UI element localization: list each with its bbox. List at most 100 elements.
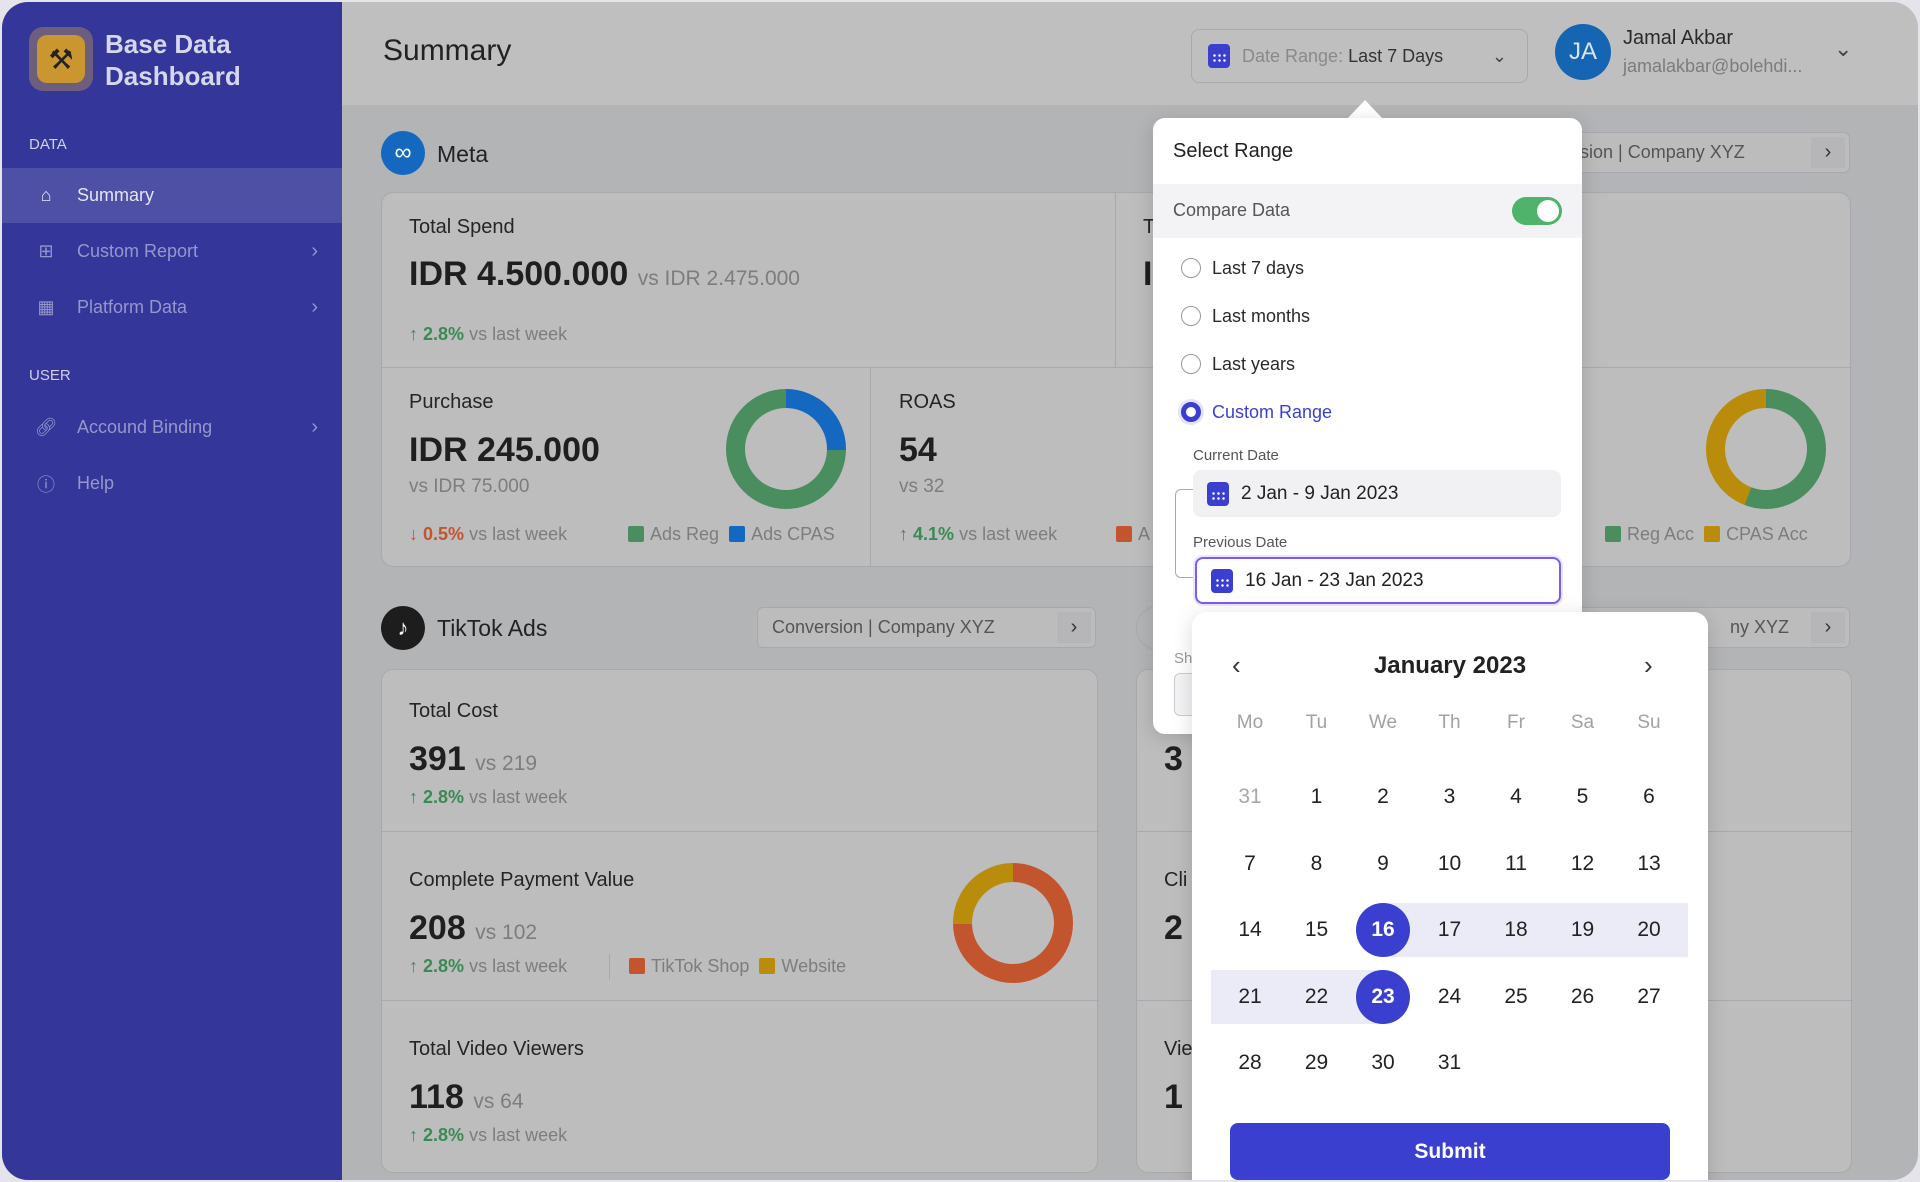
calendar-day[interactable]: 20 [1622, 903, 1676, 957]
calendar-day[interactable]: 2 [1356, 770, 1410, 824]
divider [1115, 193, 1116, 367]
hidden-metric-value: I [1143, 255, 1153, 293]
sidebar-item-summary[interactable]: ⌂ Summary [2, 168, 342, 223]
calendar-day[interactable]: 14 [1223, 903, 1277, 957]
arrow-up-icon: ↑ [899, 524, 914, 544]
previous-date-field[interactable]: 16 Jan - 23 Jan 2023 [1195, 557, 1561, 604]
link-icon: 🔗︎ [34, 417, 58, 437]
radio-last-months[interactable]: Last months [1181, 306, 1310, 327]
weekday-header: Th [1438, 712, 1461, 733]
radio-last-years[interactable]: Last years [1181, 354, 1295, 375]
arrow-up-icon: ↑ [409, 1125, 424, 1145]
compare-data-label: Compare Data [1173, 200, 1291, 220]
metric-fragment: Vie [1164, 1038, 1193, 1060]
calendar-day[interactable]: 22 [1290, 970, 1344, 1024]
arrow-up-icon: ↑ [409, 956, 424, 976]
radio-last-7-days[interactable]: Last 7 days [1181, 258, 1304, 279]
purchase-change: ↓ 0.5% vs last week [409, 524, 568, 544]
metric-fragment: 1 [1164, 1078, 1183, 1116]
weekday-header: We [1368, 712, 1398, 733]
compare-data-toggle[interactable] [1512, 197, 1562, 225]
calendar-day[interactable]: 15 [1290, 903, 1344, 957]
current-date-field[interactable]: 2 Jan - 9 Jan 2023 [1193, 470, 1561, 517]
metric-fragment: 2 [1164, 909, 1183, 947]
calendar-day[interactable]: 10 [1423, 837, 1477, 891]
sidebar-item-custom-report[interactable]: ⊞ Custom Report › [2, 224, 342, 279]
calendar-day[interactable]: 26 [1556, 970, 1610, 1024]
chevron-down-icon: ⌄ [1491, 45, 1507, 66]
account-legend: Reg Acc CPAS Acc [1605, 524, 1808, 545]
total-cost-label: Total Cost [409, 700, 498, 722]
next-month-button[interactable]: › [1644, 650, 1653, 681]
hidden-label-fragment: Sh [1174, 650, 1193, 667]
calendar-day[interactable]: 29 [1290, 1036, 1344, 1090]
sidebar: ⚒ Base Data Dashboard DATA ⌂ Summary ⊞ Cust… [2, 2, 342, 1180]
calendar-day[interactable]: 30 [1356, 1036, 1410, 1090]
meta-logo-icon: ∞ [381, 131, 425, 175]
calendar-day[interactable]: 13 [1622, 837, 1676, 891]
avatar[interactable]: JA [1555, 24, 1611, 80]
roas-vs: vs 32 [899, 476, 945, 497]
popover-arrow [1347, 100, 1383, 119]
account-donut-chart [1706, 389, 1826, 509]
app-window: ⚒ Base Data Dashboard DATA ⌂ Summary ⊞ Cust… [2, 2, 1918, 1180]
calendar-picker: ‹ January 2023 › Mo Tu We Th Fr Sa Su 31 1 2 3 4 5 6 7… [1192, 612, 1708, 1180]
radio-icon [1181, 306, 1201, 326]
calendar-day[interactable]: 18 [1489, 903, 1543, 957]
calendar-day[interactable]: 24 [1423, 970, 1477, 1024]
section-label-data: DATA [29, 136, 67, 153]
calendar-day[interactable]: 21 [1223, 970, 1277, 1024]
calendar-day[interactable]: 28 [1223, 1036, 1277, 1090]
brand-name: Base Data Dashboard [105, 29, 241, 91]
chevron-right-icon: › [1057, 612, 1091, 643]
radio-custom-range[interactable]: Custom Range [1181, 402, 1332, 423]
legend-swatch [1605, 526, 1621, 542]
tvv-label: Total Video Viewers [409, 1038, 584, 1060]
calendar-day[interactable]: 27 [1622, 970, 1676, 1024]
divider [382, 1000, 1099, 1001]
calendar-day[interactable]: 17 [1423, 903, 1477, 957]
calendar-day-selected[interactable]: 16 [1356, 903, 1410, 957]
calendar-day[interactable]: 12 [1556, 837, 1610, 891]
tiktok-logo-icon: ♪ [381, 606, 425, 650]
calendar-day[interactable]: 8 [1290, 837, 1344, 891]
roas-label: ROAS [899, 391, 956, 413]
calendar-day[interactable]: 19 [1556, 903, 1610, 957]
arrow-down-icon: ↓ [409, 524, 424, 544]
calendar-day-selected[interactable]: 23 [1356, 969, 1410, 1024]
calendar-icon [1208, 44, 1230, 68]
submit-button[interactable]: Submit [1230, 1123, 1670, 1180]
tiktok-conversion-selector[interactable]: Conversion | Company XYZ › [757, 607, 1096, 648]
meta-title: Meta [437, 141, 489, 167]
legend-swatch [628, 526, 644, 542]
tvv-change: ↑ 2.8% vs last week [409, 1125, 568, 1145]
total-spend-value: IDR 4.500.000 vs IDR 2.475.000 [409, 255, 800, 293]
purchase-vs: vs IDR 75.000 [409, 476, 530, 497]
calendar-day[interactable]: 25 [1489, 970, 1543, 1024]
top-header: Summary Date Range: Last 7 Days ⌄ JA Jamal… [342, 2, 1918, 105]
weekday-header: Su [1637, 712, 1661, 733]
calendar-day[interactable]: 9 [1356, 837, 1410, 891]
date-range-dropdown[interactable]: Date Range: Last 7 Days ⌄ [1191, 29, 1528, 83]
total-cost-change: ↑ 2.8% vs last week [409, 787, 568, 807]
sidebar-item-accound-binding[interactable]: 🔗︎ Accound Binding › [2, 400, 342, 455]
calendar-day[interactable]: 1 [1290, 770, 1344, 824]
calendar-day[interactable]: 3 [1423, 770, 1477, 824]
calendar-day[interactable]: 6 [1622, 770, 1676, 824]
sidebar-item-help[interactable]: ⓘ Help [2, 456, 342, 511]
user-menu-chevron-icon[interactable]: ⌄ [1834, 36, 1852, 62]
sidebar-item-platform-data[interactable]: ▦ Platform Data › [2, 280, 342, 335]
compare-data-row: Compare Data [1153, 184, 1582, 238]
weekday-header: Mo [1236, 712, 1264, 733]
calendar-icon [1207, 481, 1229, 506]
divider [382, 367, 1852, 368]
calendar-day[interactable]: 7 [1223, 837, 1277, 891]
calendar-month-title: January 2023 [1373, 652, 1527, 679]
calendar-day[interactable]: 31 [1423, 1036, 1477, 1090]
calendar-day[interactable]: 5 [1556, 770, 1610, 824]
weekday-header: Sa [1570, 712, 1595, 733]
calendar-day[interactable]: 4 [1489, 770, 1543, 824]
user-name: Jamal Akbar [1623, 27, 1734, 49]
calendar-day[interactable]: 31 [1223, 770, 1277, 824]
calendar-day[interactable]: 11 [1489, 837, 1543, 891]
